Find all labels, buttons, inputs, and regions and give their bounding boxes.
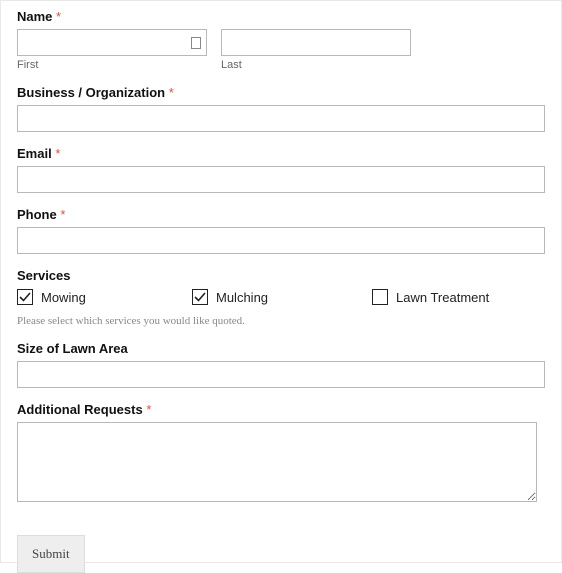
service-lawn-treatment-label: Lawn Treatment: [396, 290, 489, 305]
check-icon: [19, 291, 31, 303]
phone-group: Phone *: [17, 207, 545, 254]
last-name-col: Last: [221, 29, 411, 71]
service-mowing-label: Mowing: [41, 290, 86, 305]
email-label: Email *: [17, 146, 545, 161]
business-label: Business / Organization *: [17, 85, 545, 100]
lawn-size-group: Size of Lawn Area: [17, 341, 545, 388]
required-star: *: [55, 146, 60, 161]
business-input[interactable]: [17, 105, 545, 132]
name-label: Name *: [17, 9, 545, 24]
checkbox-mulching[interactable]: [192, 289, 208, 305]
required-star: *: [146, 402, 151, 417]
phone-label: Phone *: [17, 207, 545, 222]
phone-label-text: Phone: [17, 207, 57, 222]
quote-form: Name * First Last Business / Organizatio…: [0, 0, 562, 563]
required-star: *: [169, 85, 174, 100]
services-hint: Please select which services you would l…: [17, 315, 545, 327]
first-name-input-wrap: [17, 29, 207, 56]
required-star: *: [60, 207, 65, 222]
additional-label-text: Additional Requests: [17, 402, 143, 417]
additional-label: Additional Requests *: [17, 402, 545, 417]
check-icon: [194, 291, 206, 303]
service-mulching-label: Mulching: [216, 290, 268, 305]
email-group: Email *: [17, 146, 545, 193]
last-name-sublabel: Last: [221, 59, 411, 71]
first-name-input[interactable]: [17, 29, 207, 56]
services-label: Services: [17, 268, 545, 283]
services-row: Mowing Mulching Lawn Treatment: [17, 289, 545, 305]
submit-button[interactable]: Submit: [17, 535, 85, 573]
business-group: Business / Organization *: [17, 85, 545, 132]
checkbox-mowing[interactable]: [17, 289, 33, 305]
name-group: Name * First Last: [17, 9, 545, 71]
business-label-text: Business / Organization: [17, 85, 165, 100]
name-label-text: Name: [17, 9, 52, 24]
first-name-sublabel: First: [17, 59, 207, 71]
last-name-input[interactable]: [221, 29, 411, 56]
service-mulching: Mulching: [192, 289, 372, 305]
name-row: First Last: [17, 29, 545, 71]
services-group: Services Mowing Mulching Lawn Treatment: [17, 268, 545, 305]
service-lawn-treatment: Lawn Treatment: [372, 289, 532, 305]
required-star: *: [56, 9, 61, 24]
email-label-text: Email: [17, 146, 52, 161]
first-name-col: First: [17, 29, 207, 71]
checkbox-lawn-treatment[interactable]: [372, 289, 388, 305]
additional-group: Additional Requests *: [17, 402, 545, 507]
service-mowing: Mowing: [17, 289, 192, 305]
additional-textarea[interactable]: [17, 422, 537, 502]
lawn-size-input[interactable]: [17, 361, 545, 388]
phone-input[interactable]: [17, 227, 545, 254]
lawn-size-label: Size of Lawn Area: [17, 341, 545, 356]
email-input[interactable]: [17, 166, 545, 193]
